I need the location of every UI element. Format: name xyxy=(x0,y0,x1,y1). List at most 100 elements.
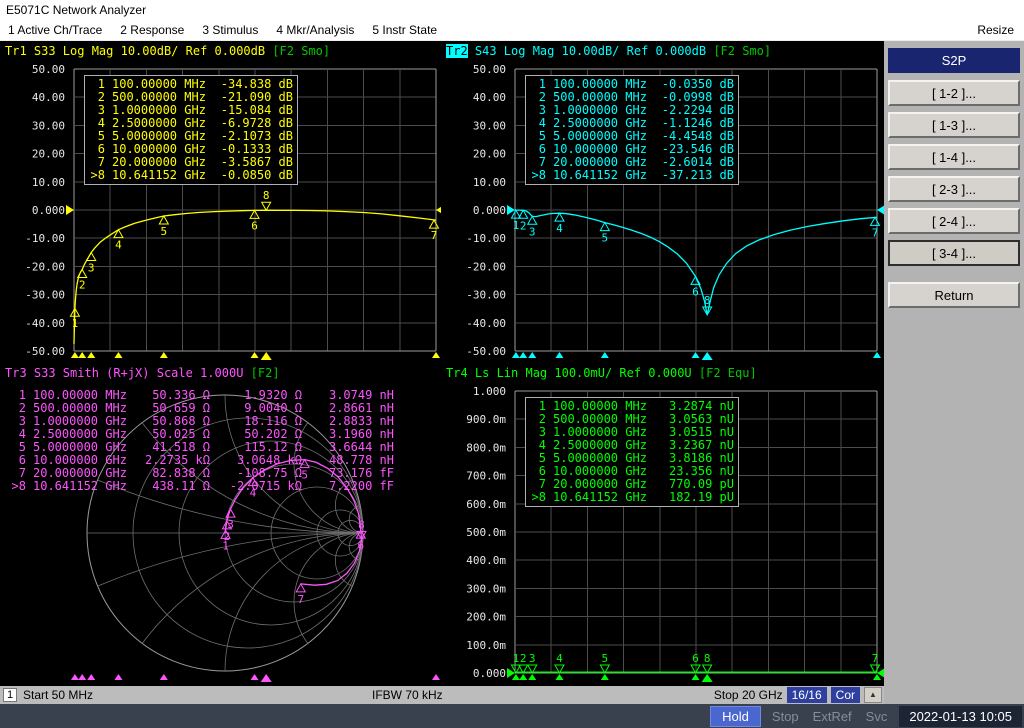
svg-text:6: 6 xyxy=(251,219,258,232)
trace1-panel: 50.0040.0030.0020.0010.000.000-10.00-20.… xyxy=(0,41,441,363)
svg-text:1.000: 1.000 xyxy=(473,385,506,398)
trace1-marker-table: 1100.00000 MHz-34.838 dB2500.00000 MHz-2… xyxy=(84,75,298,185)
svg-text:30.00: 30.00 xyxy=(32,119,65,132)
svg-text:40.00: 40.00 xyxy=(32,91,65,104)
menu-4-mkr-analysis[interactable]: 4 Mkr/Analysis xyxy=(276,23,354,37)
tr2-markers: 12345678 xyxy=(511,210,879,315)
svg-text:6: 6 xyxy=(692,285,699,298)
softkey-2-3[interactable]: [ 2-3 ]... xyxy=(888,176,1020,202)
softkey-1-3[interactable]: [ 1-3 ]... xyxy=(888,112,1020,138)
svg-text:2: 2 xyxy=(520,652,527,665)
svg-text:-20.00: -20.00 xyxy=(25,260,65,273)
menu-1-active-ch-trace[interactable]: 1 Active Ch/Trace xyxy=(8,23,102,37)
svg-text:-20.00: -20.00 xyxy=(466,260,506,273)
svg-text:30.00: 30.00 xyxy=(473,119,506,132)
svg-text:2: 2 xyxy=(224,530,231,543)
trace3-marker-table: 1100.00000 MHz50.336 Ω1.9320 Ω3.0749 nH2… xyxy=(8,388,396,494)
svg-text:8: 8 xyxy=(263,189,270,202)
softkey-buttons: [ 1-2 ]... [ 1-3 ]... [ 1-4 ]... [ 2-3 ]...… xyxy=(888,80,1020,314)
svg-text:900.0m: 900.0m xyxy=(466,413,506,426)
svg-text:7: 7 xyxy=(431,229,438,242)
svg-text:-30.00: -30.00 xyxy=(466,289,506,302)
softkey-3-4[interactable]: [ 3-4 ]... xyxy=(888,240,1020,266)
svg-text:-30.00: -30.00 xyxy=(25,289,65,302)
softkey-sidebar: S2P [ 1-2 ]... [ 1-3 ]... [ 1-4 ]... [ 2-3 … xyxy=(884,41,1024,704)
svg-text:0.000: 0.000 xyxy=(32,204,65,217)
svg-text:1: 1 xyxy=(513,652,520,665)
trace3-panel: 12345678 Tr3 S33 Smith (R+jX) Scale 1.00… xyxy=(0,363,441,686)
menu-2-response[interactable]: 2 Response xyxy=(120,23,184,37)
footer-stop: Stop xyxy=(772,709,799,724)
footer-hold[interactable]: Hold xyxy=(710,706,761,727)
tr3-fixture: [F2] xyxy=(251,366,280,380)
svg-text:3: 3 xyxy=(529,225,536,238)
tr2-name: Tr2 xyxy=(446,44,468,58)
trace4-marker-table: 1100.00000 MHz3.2874 nU2500.00000 MHz3.0… xyxy=(525,397,739,507)
svg-text:3: 3 xyxy=(227,518,234,531)
svg-text:-50.00: -50.00 xyxy=(25,345,65,358)
status-scroll-up-icon[interactable]: ▲ xyxy=(864,687,882,703)
trace4-panel: 1.000900.0m800.0m700.0m600.0m500.0m400.0… xyxy=(441,363,884,686)
svg-text:8: 8 xyxy=(704,294,711,307)
svg-text:8: 8 xyxy=(358,518,365,531)
svg-text:4: 4 xyxy=(556,652,563,665)
main-area: 50.00 40.00 30.00 20.00 10.00 0.000 -10.00 -20.… xyxy=(0,41,1024,704)
svg-text:5: 5 xyxy=(161,225,168,238)
svg-text:2: 2 xyxy=(79,278,86,291)
footer-extref: ExtRef xyxy=(813,709,852,724)
datetime-display: 2022-01-13 10:05 xyxy=(899,706,1022,727)
menu-5-instr-state[interactable]: 5 Instr State xyxy=(372,23,437,37)
resize-control[interactable]: Resize xyxy=(977,23,1014,37)
tr2-marker-row-8: >810.641152 GHz-37.213 dB xyxy=(530,169,734,182)
svg-text:4: 4 xyxy=(115,239,122,252)
channel-indicator: 1 xyxy=(3,688,17,702)
svg-text:50.00: 50.00 xyxy=(32,63,65,76)
svg-text:400.0m: 400.0m xyxy=(466,554,506,567)
softkey-menu-title: S2P xyxy=(888,48,1020,73)
menu-3-stimulus[interactable]: 3 Stimulus xyxy=(202,23,258,37)
svg-text:500.0m: 500.0m xyxy=(466,526,506,539)
softkey-1-4[interactable]: [ 1-4 ]... xyxy=(888,144,1020,170)
tr4-markers: 12345678 xyxy=(511,652,879,673)
svg-text:50.00: 50.00 xyxy=(473,63,506,76)
svg-text:3: 3 xyxy=(529,652,536,665)
status-stop: Stop 20 GHz xyxy=(714,688,783,702)
trace2-marker-table: 1100.00000 MHz-0.0350 dB2500.00000 MHz-0… xyxy=(525,75,739,185)
display-column: 50.00 40.00 30.00 20.00 10.00 0.000 -10.00 -20.… xyxy=(0,41,884,704)
svg-text:300.0m: 300.0m xyxy=(466,582,506,595)
correction-badge: Cor xyxy=(831,687,860,703)
footer-status-items: Hold Stop ExtRef Svc xyxy=(710,706,894,727)
trace4-header: Tr4 Ls Lin Mag 100.0mU/ Ref 0.000U [F2 E… xyxy=(446,366,757,380)
svg-text:6: 6 xyxy=(357,539,364,552)
svg-text:5: 5 xyxy=(602,232,609,245)
svg-text:3: 3 xyxy=(88,262,95,275)
svg-text:-10.00: -10.00 xyxy=(25,232,65,245)
svg-text:20.00: 20.00 xyxy=(473,148,506,161)
softkey-return[interactable]: Return xyxy=(888,282,1020,308)
trace3-header: Tr3 S33 Smith (R+jX) Scale 1.000U [F2] xyxy=(5,366,280,380)
trace2-panel: 50.0040.0030.0020.0010.000.000-10.00-20.… xyxy=(441,41,884,363)
svg-text:-10.00: -10.00 xyxy=(466,232,506,245)
svg-text:6: 6 xyxy=(692,652,699,665)
svg-text:1: 1 xyxy=(72,317,79,330)
tr1-name: Tr1 xyxy=(5,44,27,58)
softkey-1-2[interactable]: [ 1-2 ]... xyxy=(888,80,1020,106)
window-titlebar: E5071C Network Analyzer xyxy=(0,0,1024,20)
tr3-format: S33 Smith (R+jX) Scale 1.000U xyxy=(27,366,251,380)
svg-text:700.0m: 700.0m xyxy=(466,470,506,483)
tr3-name: Tr3 xyxy=(5,366,27,380)
svg-text:800.0m: 800.0m xyxy=(466,441,506,454)
tr4-fixture: [F2 Equ] xyxy=(699,366,757,380)
menu-items: 1 Active Ch/Trace 2 Response 3 Stimulus 4 M… xyxy=(0,23,437,37)
svg-text:1: 1 xyxy=(513,219,520,232)
tr4-marker-row-8: >810.641152 GHz182.19 pU xyxy=(530,491,734,504)
svg-text:10.00: 10.00 xyxy=(473,176,506,189)
svg-text:7: 7 xyxy=(872,226,879,239)
tr1-ref-level-icon xyxy=(66,205,74,215)
tr3-marker-row-8: >810.641152 GHz438.11 Ω-2.0715 kΩ7.2200 … xyxy=(10,480,394,493)
svg-text:-40.00: -40.00 xyxy=(466,317,506,330)
softkey-2-4[interactable]: [ 2-4 ]... xyxy=(888,208,1020,234)
menu-bar: 1 Active Ch/Trace 2 Response 3 Stimulus 4 M… xyxy=(0,20,1024,41)
status-ifbw: IFBW 70 kHz xyxy=(372,688,443,702)
footer-svc: Svc xyxy=(866,709,888,724)
